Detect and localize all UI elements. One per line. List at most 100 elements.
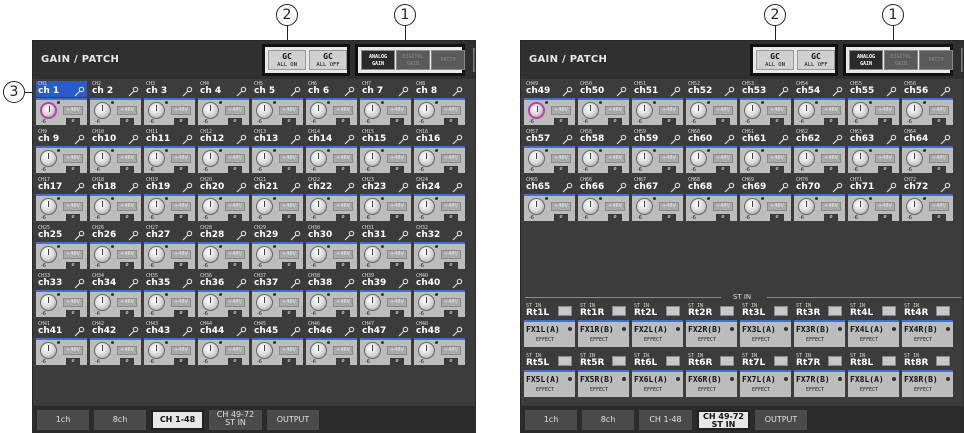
- gc-all-on-button[interactable]: GC ALL ON: [756, 50, 794, 70]
- channel-strip[interactable]: CH54 ch54 +48V -6 ø: [794, 81, 845, 125]
- phase-button[interactable]: ø: [444, 166, 458, 173]
- phase-button[interactable]: ø: [174, 118, 188, 125]
- stin-patch-area[interactable]: FX4L(A) EFFECT: [848, 320, 899, 347]
- channel-strip[interactable]: CH7 ch 7 +48V -6 ø: [360, 81, 411, 125]
- gc-all-on-button[interactable]: GC ALL ON: [268, 50, 306, 70]
- channel-name-button[interactable]: CH52 ch52: [686, 81, 737, 97]
- phantom-48v-button[interactable]: +48V: [659, 106, 679, 115]
- phase-button[interactable]: ø: [66, 358, 80, 365]
- channel-strip[interactable]: CH47 ch47 +48V -6 ø: [360, 321, 411, 365]
- phase-button[interactable]: ø: [878, 214, 892, 221]
- phantom-48v-button[interactable]: +48V: [171, 106, 191, 115]
- phase-button[interactable]: ø: [716, 166, 730, 173]
- channel-name-button[interactable]: CH31 ch31: [360, 225, 411, 241]
- channel-name-button[interactable]: CH27 ch27: [144, 225, 195, 241]
- gc-all-off-button[interactable]: GC ALL OFF: [797, 50, 835, 70]
- gain-knob[interactable]: [798, 198, 815, 215]
- channel-strip[interactable]: CH45 ch45 +48V -6 ø: [252, 321, 303, 365]
- phantom-48v-button[interactable]: +48V: [441, 250, 461, 259]
- channel-strip[interactable]: CH6 ch 6 +48V -6 ø: [306, 81, 357, 125]
- phase-button[interactable]: ø: [554, 166, 568, 173]
- phase-button[interactable]: ø: [336, 166, 350, 173]
- channel-strip[interactable]: CH56 ch56 +48V -6 ø: [902, 81, 953, 125]
- channel-name-button[interactable]: CH65 ch65: [524, 177, 575, 193]
- stin-patch-area[interactable]: FX2R(B) EFFECT: [686, 320, 737, 347]
- gain-knob[interactable]: [582, 102, 599, 119]
- channel-strip[interactable]: CH15 ch15 +48V -6 ø: [360, 129, 411, 173]
- phase-button[interactable]: ø: [770, 118, 784, 125]
- phase-button[interactable]: ø: [336, 310, 350, 317]
- channel-name-button[interactable]: CH48 ch48: [414, 321, 465, 337]
- gain-knob[interactable]: [40, 102, 57, 119]
- channel-strip[interactable]: CH41 ch41 +48V -6 ø: [36, 321, 87, 365]
- channel-name-button[interactable]: CH64 ch64: [902, 129, 953, 145]
- phase-button[interactable]: ø: [228, 214, 242, 221]
- gain-knob[interactable]: [528, 102, 545, 119]
- gain-knob[interactable]: [582, 198, 599, 215]
- channel-strip[interactable]: CH35 ch35 +48V -6 ø: [144, 273, 195, 317]
- channel-name-button[interactable]: CH24 ch24: [414, 177, 465, 193]
- phantom-48v-button[interactable]: +48V: [441, 202, 461, 211]
- channel-strip[interactable]: CH65 ch65 +48V -6 ø: [524, 177, 575, 221]
- channel-strip[interactable]: CH17 ch17 +48V -6 ø: [36, 177, 87, 221]
- channel-strip[interactable]: CH25 ch25 +48V -6 ø: [36, 225, 87, 269]
- phase-button[interactable]: ø: [608, 166, 622, 173]
- stin-strip[interactable]: ST IN Rt7L FX7L(A) EFFECT: [740, 353, 791, 397]
- channel-name-button[interactable]: CH54 ch54: [794, 81, 845, 97]
- gain-knob[interactable]: [148, 198, 165, 215]
- phantom-48v-button[interactable]: +48V: [279, 154, 299, 163]
- gain-knob[interactable]: [690, 150, 707, 167]
- stin-strip[interactable]: ST IN Rt4R FX4R(B) EFFECT: [902, 303, 953, 347]
- phantom-48v-button[interactable]: +48V: [63, 298, 83, 307]
- gain-knob[interactable]: [40, 246, 57, 263]
- phase-button[interactable]: ø: [336, 358, 350, 365]
- phantom-48v-button[interactable]: +48V: [767, 154, 787, 163]
- gain-knob[interactable]: [202, 342, 219, 359]
- phantom-48v-button[interactable]: +48V: [767, 202, 787, 211]
- channel-name-button[interactable]: CH32 ch32: [414, 225, 465, 241]
- channel-strip[interactable]: CH53 ch53 +48V -6 ø: [740, 81, 791, 125]
- channel-name-button[interactable]: CH4 ch 4: [198, 81, 249, 97]
- phantom-48v-button[interactable]: +48V: [117, 298, 137, 307]
- gain-knob[interactable]: [690, 198, 707, 215]
- gain-knob[interactable]: [310, 198, 327, 215]
- tab-3[interactable]: CH 49-72 ST IN: [209, 410, 262, 430]
- stin-name-button[interactable]: ST IN Rt3L: [740, 303, 791, 319]
- channel-name-button[interactable]: CH57 ch57: [524, 129, 575, 145]
- phase-button[interactable]: ø: [66, 214, 80, 221]
- channel-strip[interactable]: CH21 ch21 +48V -6 ø: [252, 177, 303, 221]
- phantom-48v-button[interactable]: +48V: [117, 250, 137, 259]
- gain-knob[interactable]: [798, 102, 815, 119]
- channel-name-button[interactable]: CH56 ch56: [902, 81, 953, 97]
- tab-4[interactable]: OUTPUT: [267, 410, 319, 430]
- patch-button[interactable]: PATCH: [431, 50, 465, 70]
- gain-knob[interactable]: [94, 342, 111, 359]
- phase-button[interactable]: ø: [228, 166, 242, 173]
- channel-strip[interactable]: CH18 ch18 +48V -6 ø: [90, 177, 141, 221]
- phantom-48v-button[interactable]: +48V: [63, 346, 83, 355]
- phantom-48v-button[interactable]: +48V: [605, 202, 625, 211]
- phantom-48v-button[interactable]: +48V: [659, 202, 679, 211]
- stin-name-button[interactable]: ST IN Rt2L: [632, 303, 683, 319]
- channel-strip[interactable]: CH70 ch70 +48V -6 ø: [794, 177, 845, 221]
- phase-button[interactable]: ø: [662, 166, 676, 173]
- channel-name-button[interactable]: CH39 ch39: [360, 273, 411, 289]
- phase-button[interactable]: ø: [932, 118, 946, 125]
- phantom-48v-button[interactable]: +48V: [387, 202, 407, 211]
- channel-name-button[interactable]: CH35 ch35: [144, 273, 195, 289]
- channel-strip[interactable]: CH58 ch58 +48V -6 ø: [578, 129, 629, 173]
- phantom-48v-button[interactable]: +48V: [387, 250, 407, 259]
- phase-button[interactable]: ø: [228, 118, 242, 125]
- stin-patch-area[interactable]: FX3R(B) EFFECT: [794, 320, 845, 347]
- channel-name-button[interactable]: CH46 ch46: [306, 321, 357, 337]
- phase-button[interactable]: ø: [932, 166, 946, 173]
- phantom-48v-button[interactable]: +48V: [279, 298, 299, 307]
- channel-strip[interactable]: CH48 ch48 +48V -6 ø: [414, 321, 465, 365]
- stin-strip[interactable]: ST IN Rt8R FX8R(B) EFFECT: [902, 353, 953, 397]
- channel-strip[interactable]: CH42 ch42 +48V -6 ø: [90, 321, 141, 365]
- phantom-48v-button[interactable]: +48V: [171, 298, 191, 307]
- phantom-48v-button[interactable]: +48V: [171, 250, 191, 259]
- gain-knob[interactable]: [852, 198, 869, 215]
- stin-patch-area[interactable]: FX5R(B) EFFECT: [578, 370, 629, 397]
- stin-patch-area[interactable]: FX8L(A) EFFECT: [848, 370, 899, 397]
